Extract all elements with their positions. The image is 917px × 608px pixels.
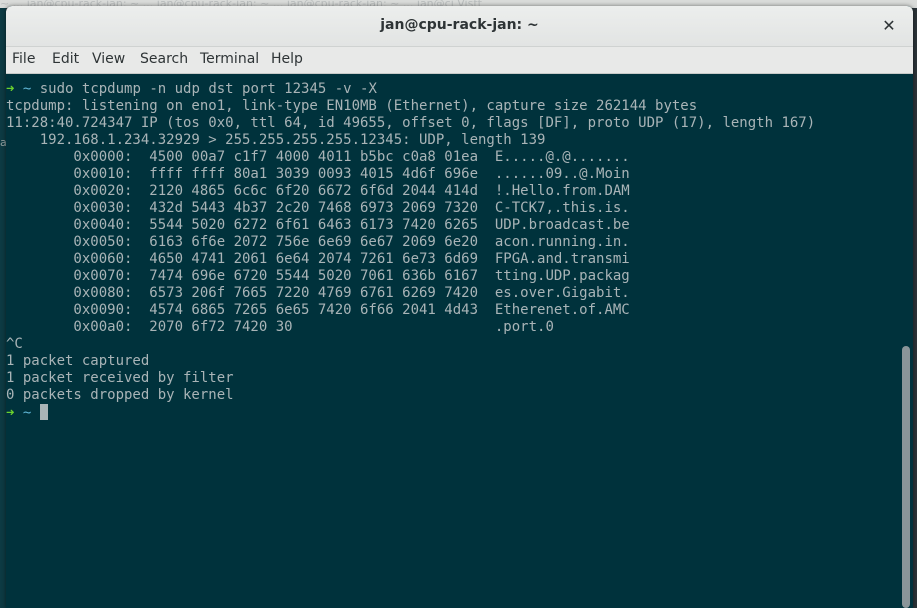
hexdump-line: 0x0090: 4574 6865 7265 6e65 7420 6f66 20…: [6, 302, 630, 318]
text-cursor: [39, 404, 48, 420]
vertical-scrollbar[interactable]: [899, 74, 913, 608]
hexdump-line: 0x0070: 7474 696e 6720 5544 5020 7061 63…: [6, 268, 630, 284]
hexdump-line: 0x0020: 2120 4865 6c6c 6f20 6672 6f6d 20…: [6, 183, 630, 199]
prompt-directory: ~: [22, 405, 32, 421]
output-line: 1 packet received by filter: [6, 370, 234, 386]
output-line: 192.168.1.234.32929 > 255.255.255.255.12…: [6, 132, 546, 148]
hexdump-line: 0x0030: 432d 5443 4b37 2c20 7468 6973 20…: [6, 200, 630, 216]
command-prompt-line: ➜ ~ sudo tcpdump -n udp dst port 12345 -…: [6, 81, 377, 98]
hexdump-line: 0x0010: ffff ffff 80a1 3039 0093 4015 4d…: [6, 166, 630, 182]
output-line: 11:28:40.724347 IP (tos 0x0, ttl 64, id …: [6, 115, 816, 131]
prompt-directory: ~: [22, 81, 32, 97]
menu-help[interactable]: Help: [271, 51, 303, 67]
menu-edit[interactable]: Edit: [52, 51, 79, 67]
menu-terminal[interactable]: Terminal: [200, 51, 259, 67]
title-bar[interactable]: jan@cpu-rack-jan: ~ ✕: [6, 6, 913, 47]
current-prompt-line: ➜ ~: [6, 404, 48, 421]
interrupt-line: ^C: [6, 336, 23, 352]
output-line: tcpdump: listening on eno1, link-type EN…: [6, 98, 698, 114]
hexdump-line: 0x0060: 4650 4741 2061 6e64 2074 7261 6e…: [6, 251, 630, 267]
terminal-output[interactable]: ➜ ~ sudo tcpdump -n udp dst port 12345 -…: [6, 74, 899, 608]
window-title: jan@cpu-rack-jan: ~: [380, 17, 539, 33]
menu-bar: File Edit View Search Terminal Help: [6, 47, 913, 74]
hexdump-line: 0x00a0: 2070 6f72 7420 30 .port.0: [6, 319, 554, 335]
menu-view[interactable]: View: [92, 51, 125, 67]
menu-file[interactable]: File: [12, 51, 35, 67]
hexdump-line: 0x0000: 4500 00a7 c1f7 4000 4011 b5bc c0…: [6, 149, 630, 165]
terminal-window: jan@cpu-rack-jan: ~ ✕ File Edit View Sea…: [6, 6, 913, 608]
scrollbar-thumb[interactable]: [902, 346, 910, 608]
close-icon[interactable]: ✕: [879, 16, 899, 36]
hexdump-line: 0x0080: 6573 206f 7665 7220 4769 6761 62…: [6, 285, 630, 301]
hexdump-line: 0x0050: 6163 6f6e 2072 756e 6e69 6e67 20…: [6, 234, 630, 250]
prompt-arrow-icon: ➜: [6, 405, 15, 421]
prompt-arrow-icon: ➜: [6, 81, 15, 97]
command-text: sudo tcpdump -n udp dst port 12345 -v -X: [39, 81, 377, 97]
hexdump-line: 0x0040: 5544 5020 6272 6f61 6463 6173 74…: [6, 217, 630, 233]
output-line: 1 packet captured: [6, 353, 150, 369]
menu-search[interactable]: Search: [140, 51, 188, 67]
output-line: 0 packets dropped by kernel: [6, 387, 234, 403]
